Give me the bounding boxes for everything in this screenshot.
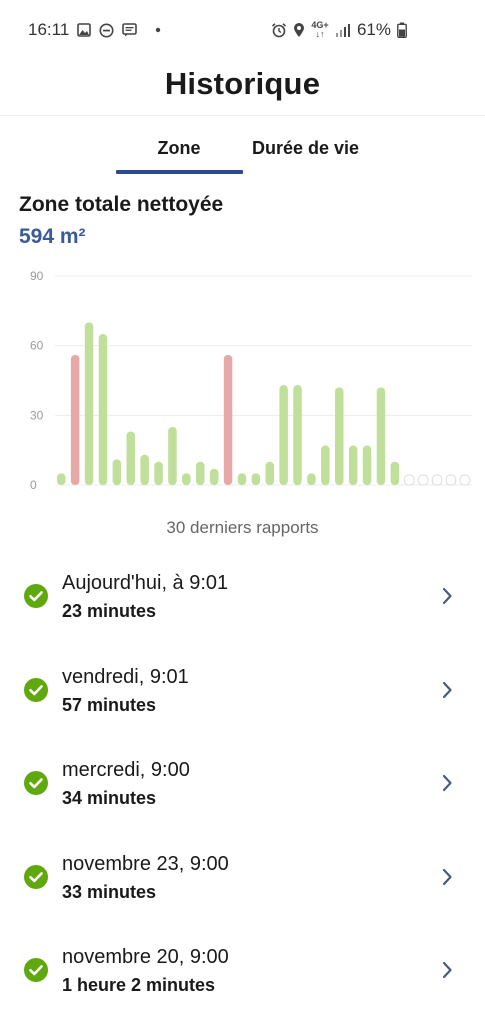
dnd-icon xyxy=(99,23,114,37)
status-bar: 16:11 4G+ ↓↑ 61% xyxy=(0,0,485,62)
chart-bar xyxy=(98,334,108,485)
y-tick-label: 30 xyxy=(30,408,44,422)
network-icon: 4G+ ↓↑ xyxy=(311,20,329,39)
y-tick-label: 0 xyxy=(30,478,37,492)
report-list-item[interactable]: vendredi, 9:01 57 minutes xyxy=(0,649,485,743)
chart-bar xyxy=(70,354,80,485)
chart-bar-empty xyxy=(445,474,457,486)
report-duration: 23 minutes xyxy=(62,601,157,621)
y-tick-label: 90 xyxy=(30,269,44,283)
chart-bar xyxy=(140,454,149,485)
message-icon xyxy=(122,23,138,37)
chart-bar xyxy=(376,387,386,485)
chart-bar xyxy=(196,461,205,485)
report-date: Aujourd'hui, à 9:01 xyxy=(62,572,229,594)
chevron-right-icon[interactable] xyxy=(440,774,454,792)
dot-icon xyxy=(156,27,161,33)
chart-bar xyxy=(126,431,135,485)
y-tick-label: 60 xyxy=(30,339,44,353)
chart-bar xyxy=(154,461,163,485)
battery-icon xyxy=(397,22,407,38)
chart-bar xyxy=(57,473,66,485)
tab-zone[interactable]: Zone xyxy=(116,138,242,159)
header: Historique xyxy=(0,62,485,116)
report-duration: 57 minutes xyxy=(62,694,157,715)
summary-value: 594 m² xyxy=(19,225,86,248)
chart-bar xyxy=(112,459,122,485)
report-list-item[interactable]: novembre 23, 9:00 33 minutes xyxy=(0,836,485,930)
success-check-icon xyxy=(24,958,48,982)
success-check-icon xyxy=(24,771,48,795)
status-right: 4G+ ↓↑ 61% xyxy=(271,20,407,40)
report-list-item[interactable]: novembre 20, 9:00 1 heure 2 minutes xyxy=(0,929,485,1023)
report-date: mercredi, 9:00 xyxy=(62,759,190,781)
location-icon xyxy=(293,23,304,37)
status-left: 16:11 xyxy=(28,20,163,40)
report-date: novembre 20, 9:00 xyxy=(62,946,229,968)
chart-bar xyxy=(321,445,330,485)
report-duration: 34 minutes xyxy=(62,788,157,808)
chart-bar xyxy=(237,473,247,485)
chevron-right-icon[interactable] xyxy=(440,587,454,605)
chart-bar xyxy=(223,354,233,485)
summary-label: Zone totale nettoyée xyxy=(19,193,224,216)
chart-bar-empty xyxy=(431,474,443,486)
status-time: 16:11 xyxy=(28,20,70,39)
tabs: Zone Durée de vie xyxy=(0,120,485,176)
area-bar-chart: 0 30 60 90 xyxy=(30,269,472,492)
chart-bar-empty xyxy=(417,474,429,486)
chart-caption: 30 derniers rapports xyxy=(166,518,319,537)
report-duration: 33 minutes xyxy=(62,881,157,902)
chart-bar xyxy=(84,322,94,485)
gallery-icon xyxy=(77,23,92,37)
success-check-icon xyxy=(24,864,48,889)
chart-bar-empty xyxy=(459,474,471,486)
chart-bar xyxy=(279,385,288,485)
chevron-right-icon[interactable] xyxy=(440,868,454,886)
chevron-right-icon[interactable] xyxy=(440,961,454,979)
chart-bar xyxy=(293,385,302,485)
report-date: novembre 23, 9:00 xyxy=(62,852,229,875)
chart-bar xyxy=(209,468,219,485)
signal-icon xyxy=(335,24,350,37)
active-tab-indicator xyxy=(116,170,243,174)
chart-bar xyxy=(390,461,400,485)
chart-bar-empty xyxy=(403,474,415,486)
network-label: 4G+ xyxy=(311,20,329,30)
page-title: Historique xyxy=(164,66,321,101)
report-list: Aujourd'hui, à 9:01 23 minutes vendredi, 9… xyxy=(0,555,485,1023)
chart-bar xyxy=(362,445,372,485)
report-date: vendredi, 9:01 xyxy=(62,665,189,688)
chart-bar xyxy=(168,426,177,485)
chart-bar xyxy=(307,473,316,485)
battery-percent: 61% xyxy=(356,20,391,39)
alarm-icon xyxy=(271,23,286,38)
success-check-icon xyxy=(24,584,48,608)
report-list-item[interactable]: mercredi, 9:00 34 minutes xyxy=(0,742,485,836)
chart-bar xyxy=(251,473,261,485)
success-check-icon xyxy=(24,677,48,702)
chart-bar xyxy=(348,445,358,485)
chart-bar xyxy=(335,387,344,485)
report-list-item[interactable]: Aujourd'hui, à 9:01 23 minutes xyxy=(0,555,485,649)
chart-bar xyxy=(182,473,191,485)
chart-bar xyxy=(265,461,274,485)
tab-duree-de-vie[interactable]: Durée de vie xyxy=(252,138,359,159)
chevron-right-icon[interactable] xyxy=(440,681,454,699)
report-duration: 1 heure 2 minutes xyxy=(62,975,216,995)
